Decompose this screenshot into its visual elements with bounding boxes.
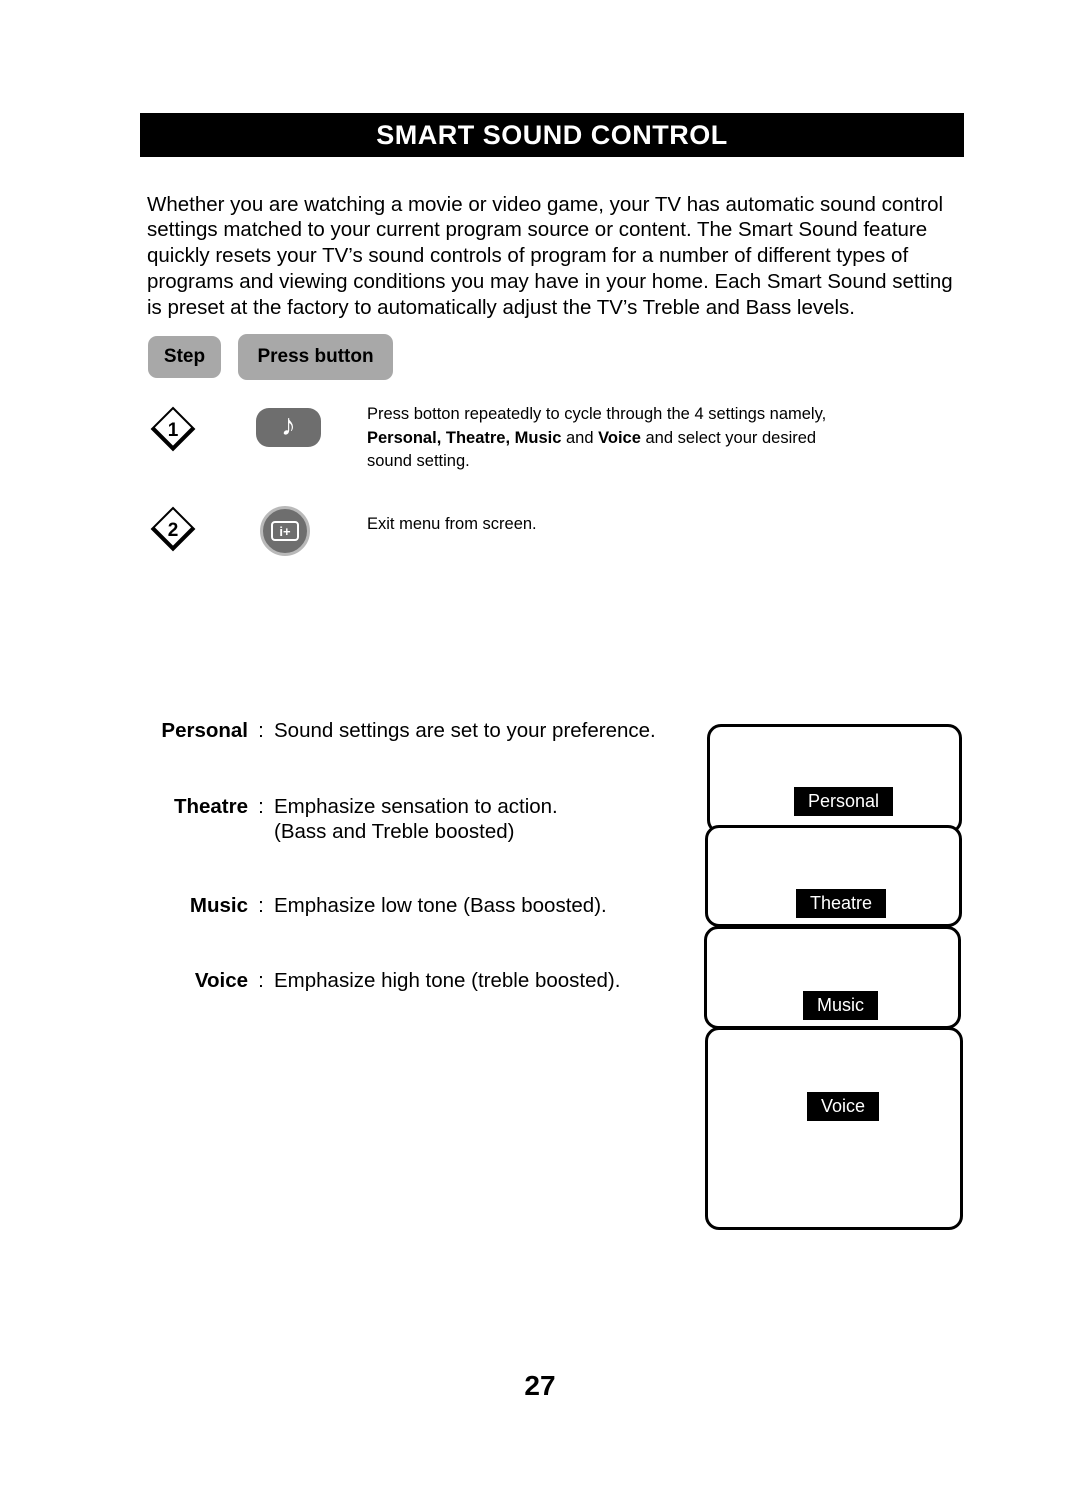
definition-colon-personal: : [258, 719, 264, 742]
definition-term-music: Music [189, 893, 248, 917]
step-1-line-3: sound setting. [367, 452, 470, 470]
definition-colon-theatre: : [258, 794, 264, 818]
definition-desc-theatre-line2: (Bass and Treble boosted) [274, 820, 515, 843]
table-header-step: Step [148, 336, 221, 378]
osd-label-personal: Personal [794, 787, 894, 816]
step-description-2: Exit menu from screen. [367, 515, 537, 533]
sound-mode-definition-list: Personal : Sound settings are set to you… [144, 718, 684, 994]
table-header-press-button-label: Press button [257, 346, 374, 367]
music-note-glyph: ♪ [281, 408, 296, 442]
step-1-line-1: Press botton repeatedly to cycle through… [367, 405, 827, 423]
definition-colon-voice: : [258, 969, 264, 992]
definition-desc-personal: Sound settings are set to your preferenc… [274, 719, 656, 742]
step-number-text-1: 1 [168, 420, 179, 441]
step-number-diamond-1: 1 [150, 406, 196, 452]
step-1-bold-settings: Personal, Theatre, Music [367, 428, 562, 447]
page-number: 27 [524, 1370, 556, 1401]
step-1-tail: and select your desired [640, 428, 817, 447]
info-exit-button-icon[interactable]: i+ [260, 506, 310, 556]
step-description-1: Press botton repeatedly to cycle through… [367, 403, 867, 474]
table-header-press-button: Press button [238, 334, 393, 380]
step-1-mid: and [561, 428, 599, 447]
tv-screen-voice: Voice [705, 1027, 963, 1230]
definition-row-personal: Personal : Sound settings are set to you… [144, 718, 684, 744]
definition-desc-theatre: Emphasize sensation to action. (Bass and… [274, 794, 684, 845]
intro-paragraph: Whether you are watching a movie or vide… [147, 192, 953, 319]
definition-term-voice: Voice [194, 969, 248, 992]
definition-row-voice: Voice : Emphasize high tone (treble boos… [144, 968, 684, 994]
tv-screen-stack-diagram: Personal Theatre Music Voice [704, 724, 966, 1230]
table-header-step-label: Step [163, 346, 206, 367]
definition-term-personal: Personal [161, 719, 248, 742]
tv-screen-personal: Personal [707, 724, 962, 834]
page-title: SMART SOUND CONTROL [376, 119, 728, 150]
step-number-diamond-2: 2 [150, 506, 196, 552]
definition-desc-voice: Emphasize high tone (treble boosted). [274, 969, 621, 992]
definition-row-theatre: Theatre : Emphasize sensation to action.… [144, 794, 684, 845]
definition-desc-music: Emphasize low tone (Bass boosted). [274, 893, 607, 917]
osd-label-voice: Voice [807, 1092, 880, 1121]
info-exit-glyph: i+ [271, 521, 299, 541]
step-number-text-2: 2 [168, 520, 179, 541]
definition-colon-music: : [258, 893, 264, 917]
music-note-button-icon[interactable]: ♪ [256, 408, 321, 447]
definition-row-music: Music : Emphasize low tone (Bass boosted… [144, 893, 684, 919]
osd-label-music: Music [803, 991, 879, 1020]
step-1-bold-voice: Voice [598, 428, 641, 447]
tv-screen-music: Music [704, 926, 961, 1029]
page-title-bar: SMART SOUND CONTROL [140, 113, 964, 157]
definition-term-theatre: Theatre [173, 794, 248, 818]
tv-screen-theatre: Theatre [705, 825, 962, 927]
definition-desc-theatre-line1: Emphasize sensation to action. [274, 794, 558, 818]
osd-label-theatre: Theatre [796, 889, 887, 918]
